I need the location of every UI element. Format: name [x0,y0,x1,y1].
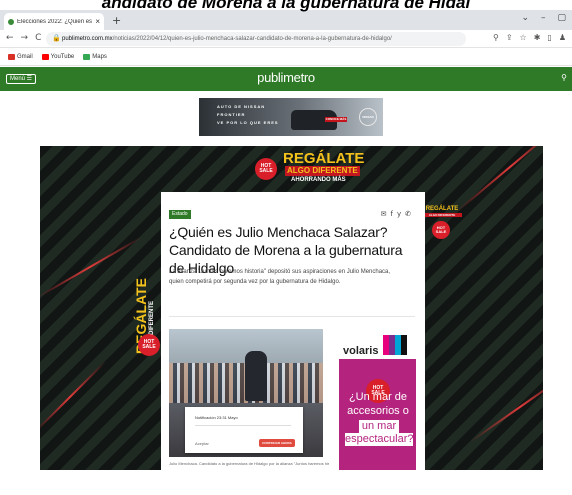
profile-icon[interactable]: ♟ [559,33,566,42]
light-streak [470,371,543,443]
bookmarks-bar: Gmail YouTube Maps [0,49,572,66]
section-tag[interactable]: Estado [169,210,191,219]
nav-buttons: ← → C [6,33,41,43]
whatsapp-share-icon[interactable]: ✆ [405,210,411,218]
tab-bar: Elecciones 2022: ¿Quién es Julio × + ⌄ –… [0,10,572,30]
promo-right-sub: ALGO DIFERENTE [422,213,462,217]
minimize-icon[interactable]: – [541,13,546,23]
bookmark-label: Maps [92,54,107,60]
light-streak [40,236,143,298]
bookmark-youtube[interactable]: YouTube [41,54,75,60]
site-logo[interactable]: publimetro [0,70,572,85]
brand-color-strip [383,335,413,355]
address-bar-row: ← → C 🔒 publimetro.com.mx/noticias/2022/… [0,30,572,48]
favicon-icon [8,18,14,25]
divider [169,316,415,317]
nissan-logo: NISSAN [359,108,377,126]
hot-sale-badge: HOT SALE [432,221,450,239]
maps-icon [83,54,91,60]
tab-title: Elecciones 2022: ¿Quién es Julio [17,18,93,25]
back-icon[interactable]: ← [6,33,14,43]
reload-icon[interactable]: C [35,33,41,43]
article-lede: La alianza "Juntos haremos historia" dep… [169,269,391,285]
hot-sale-badge: HOT SALE [255,158,277,180]
bookmark-label: Gmail [17,54,33,60]
promo-headline: REGÁLATE [283,150,365,167]
nissan-banner-ad[interactable]: AUTO DE NISSAN FRONTIER VE POR LO QUE ER… [199,98,383,136]
browser-screenshot: andidato de Morena a la gubernatura de H… [0,0,572,495]
popup-accept-link[interactable]: Aceptar [195,441,209,446]
share-icon[interactable]: ⇪ [506,33,513,42]
popup-text: Notificación 23:31 Mayo [195,415,238,420]
ad-cta-button[interactable]: CONOCE MÁS [325,117,347,122]
article-card: Estado ✉ f y ✆ ¿Quién es Julio Menchaca … [161,192,425,470]
email-share-icon[interactable]: ✉ [381,210,387,218]
promo-sub: ALGO DIFERENTE [285,166,360,176]
bookmark-gmail[interactable]: Gmail [8,54,33,60]
site-header: Menú ☰ publimetro ⚲ [0,67,572,91]
youtube-icon [41,54,49,60]
forward-icon[interactable]: → [21,33,29,43]
bookmark-maps[interactable]: Maps [83,54,107,60]
light-streak [455,146,543,213]
ad-line-3: VE POR LO QUE ERES [217,120,279,125]
photo-caption: Julio Menchaca. Candidato a la gubernatu… [169,461,329,466]
twitter-share-icon[interactable]: y [397,210,401,218]
extensions-icon[interactable]: ✱ [534,33,541,42]
toolbar-icons: ⚲ ⇪ ☆ ✱ ▯ ♟ [493,33,566,42]
tab-search-icon[interactable]: ⌄ [521,13,529,23]
url-path: /noticias/2022/04/12/quien-es-julio-menc… [112,36,392,42]
window-controls: ⌄ – ▢ [521,13,566,23]
top-ad-area: AUTO DE NISSAN FRONTIER VE POR LO QUE ER… [0,91,572,143]
url-host: publimetro.com.mx [62,36,113,42]
ad-line-2: FRONTIER [217,112,246,117]
sidepanel-icon[interactable]: ▯ [547,33,551,42]
browser-tab[interactable]: Elecciones 2022: ¿Quién es Julio × [4,13,104,30]
candidate-figure [245,351,267,401]
article-photo[interactable]: Notificación 23:31 Mayo Aceptar CONTINUA… [169,329,323,457]
gmail-icon [8,54,15,60]
volaris-sidebar-ad[interactable]: volaris HOT SALE ¿Un mar de accesorios o … [339,329,416,470]
ad-highlight-2: espectacular? [345,433,414,446]
promo-header: HOT SALE REGÁLATE ALGO DIFERENTE AHORRAND… [255,148,375,190]
ad-highlight-1: un mar [359,420,399,433]
promo-right-headline: REGÁLATE [425,206,459,212]
promo-tagline: AHORRANDO MÁS [291,177,346,183]
facebook-share-icon[interactable]: f [391,210,393,218]
ad-text-line-1: ¿Un mar de [348,391,408,403]
tab-close-icon[interactable]: × [95,17,100,26]
zoom-icon[interactable]: ⚲ [493,33,499,42]
url-field[interactable]: 🔒 publimetro.com.mx/noticias/2022/04/12/… [46,32,466,46]
light-streak [40,360,107,434]
bookmark-star-icon[interactable]: ☆ [520,33,527,42]
share-icons: ✉ f y ✆ [381,210,411,218]
hot-sale-badge: HOT SALE [138,334,160,356]
maximize-icon[interactable]: ▢ [557,13,566,23]
ad-line-1: AUTO DE NISSAN [217,104,266,109]
search-icon[interactable]: ⚲ [561,73,567,82]
caption-banner: andidato de Morena a la gubernatura de H… [101,0,471,12]
ad-text-line-2: accesorios o [347,405,409,417]
promo-right-column: REGÁLATE ALGO DIFERENTE HOT SALE [422,206,462,246]
new-tab-button[interactable]: + [112,14,121,27]
lock-icon[interactable]: 🔒 [52,32,61,46]
popup-divider [195,425,291,426]
popup-continue-button[interactable]: CONTINUAR AHORA [259,439,295,447]
volaris-logo: volaris [343,345,379,357]
notification-popup: Notificación 23:31 Mayo Aceptar CONTINUA… [185,407,303,453]
bookmark-label: YouTube [50,54,75,60]
